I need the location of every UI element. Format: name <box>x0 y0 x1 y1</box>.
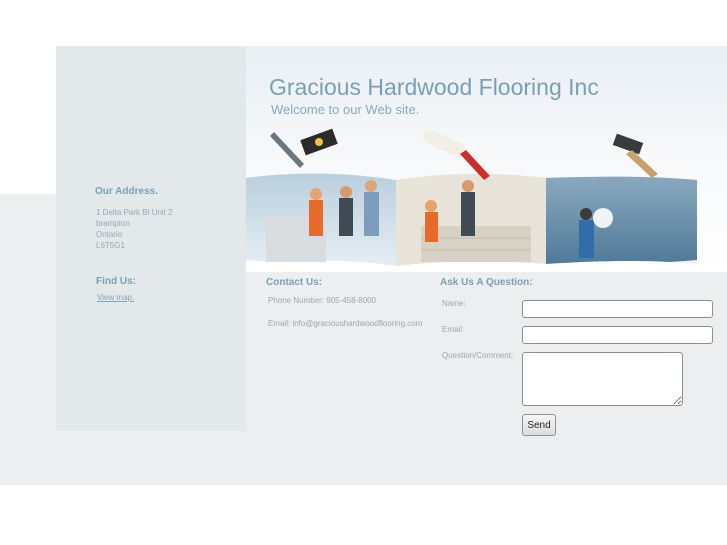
site-title: Gracious Hardwood Flooring Inc <box>269 74 599 100</box>
contact-heading: Contact Us: <box>266 277 323 288</box>
email-input[interactable] <box>522 326 713 344</box>
address-heading: Our Address. <box>95 186 158 197</box>
site-header: Gracious Hardwood Flooring Inc Welcome t… <box>246 46 727 272</box>
name-input[interactable] <box>522 300 713 318</box>
contact-phone: Phone Number: 905-458-8000 <box>268 296 377 305</box>
contact-email: Email: info@gracioushardwoodflooring.com <box>268 319 423 328</box>
address-line-2: brampton <box>96 219 130 228</box>
send-button[interactable]: Send <box>522 414 556 436</box>
email-label: Email: <box>442 325 465 334</box>
address-line-3: Ontario <box>96 230 123 239</box>
address-line-1: 1 Delta Park Bl Unit 2 <box>96 208 173 217</box>
find-us-heading: Find Us: <box>96 276 136 287</box>
question-label: Question/Comment: <box>442 351 514 360</box>
address-line-4: L6T5G1 <box>96 241 125 250</box>
question-textarea[interactable] <box>522 352 683 406</box>
name-label: Name: <box>442 299 466 308</box>
tools-illustration <box>270 128 658 180</box>
ask-question-heading: Ask Us A Question: <box>440 277 533 288</box>
site-subtitle: Welcome to our Web site. <box>271 102 420 117</box>
sidebar-panel <box>56 46 246 431</box>
view-map-link[interactable]: View map. <box>97 293 134 302</box>
